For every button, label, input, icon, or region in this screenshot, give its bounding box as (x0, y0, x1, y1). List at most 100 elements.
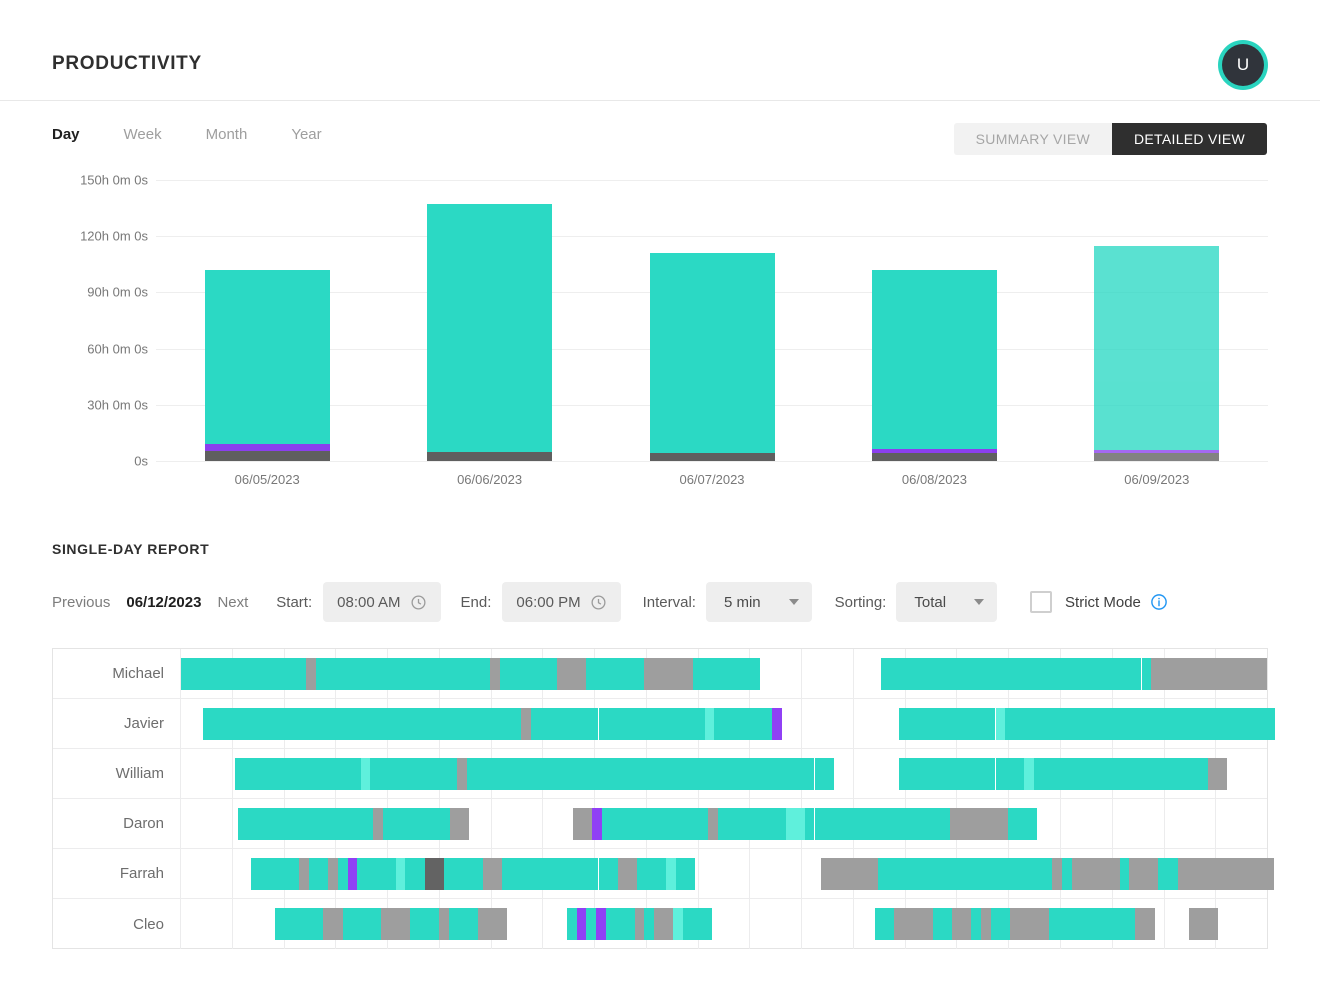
timeline-block[interactable] (509, 658, 519, 690)
timeline-block[interactable] (444, 708, 454, 740)
timeline-block[interactable] (348, 708, 358, 740)
timeline-block[interactable] (950, 808, 960, 840)
timeline-block[interactable] (962, 908, 972, 940)
timeline-block[interactable] (361, 758, 371, 790)
timeline-block[interactable] (940, 808, 950, 840)
timeline-block[interactable] (786, 808, 796, 840)
timeline-block[interactable] (986, 708, 996, 740)
timeline-block[interactable] (384, 658, 394, 690)
timeline-block[interactable] (434, 708, 444, 740)
timeline-block[interactable] (592, 758, 602, 790)
timeline-block[interactable] (909, 758, 919, 790)
timeline-block[interactable] (1255, 858, 1265, 890)
timeline-block[interactable] (401, 908, 411, 940)
timeline-block[interactable] (695, 708, 705, 740)
timeline-block[interactable] (1207, 858, 1217, 890)
timeline-block[interactable] (1228, 658, 1238, 690)
timeline-block[interactable] (1168, 858, 1178, 890)
timeline-block[interactable] (948, 658, 958, 690)
timeline-block[interactable] (884, 908, 894, 940)
timeline-block[interactable] (439, 908, 449, 940)
timeline-block[interactable] (795, 758, 805, 790)
timeline-block[interactable] (468, 908, 478, 940)
timeline-block[interactable] (577, 908, 587, 940)
timeline-block[interactable] (728, 758, 738, 790)
bar-column[interactable] (156, 180, 378, 461)
timeline-block[interactable] (287, 658, 297, 690)
timeline-block[interactable] (541, 708, 551, 740)
timeline-block[interactable] (431, 808, 441, 840)
timeline-block[interactable] (1023, 858, 1033, 890)
timeline-block[interactable] (608, 708, 618, 740)
timeline-block[interactable] (232, 708, 242, 740)
timeline-block[interactable] (586, 908, 596, 940)
timeline-block[interactable] (938, 758, 948, 790)
timeline-block[interactable] (898, 858, 908, 890)
timeline-block[interactable] (296, 808, 306, 840)
timeline-block[interactable] (335, 658, 345, 690)
timeline-block[interactable] (245, 758, 255, 790)
timeline-block[interactable] (957, 758, 967, 790)
timeline-block[interactable] (554, 758, 564, 790)
timeline-block[interactable] (1053, 758, 1063, 790)
timeline-block[interactable] (1120, 858, 1130, 890)
timeline-block[interactable] (333, 908, 343, 940)
timeline-block[interactable] (969, 808, 979, 840)
timeline-block[interactable] (191, 658, 201, 690)
timeline-block[interactable] (512, 858, 522, 890)
timeline-block[interactable] (1208, 908, 1218, 940)
timeline-block[interactable] (1062, 858, 1072, 890)
timeline-block[interactable] (1142, 658, 1152, 690)
timeline-block[interactable] (440, 808, 450, 840)
timeline-block[interactable] (421, 808, 431, 840)
timeline-block[interactable] (996, 758, 1006, 790)
timeline-block[interactable] (631, 758, 641, 790)
timeline-block[interactable] (615, 658, 625, 690)
timeline-block[interactable] (280, 858, 290, 890)
timeline-block[interactable] (560, 708, 570, 740)
timeline-block[interactable] (1245, 858, 1255, 890)
timeline-block[interactable] (918, 708, 928, 740)
timeline-block[interactable] (683, 908, 693, 940)
timeline-block[interactable] (976, 708, 986, 740)
timeline-block[interactable] (461, 658, 471, 690)
timeline-block[interactable] (483, 708, 493, 740)
timeline-block[interactable] (673, 908, 683, 940)
timeline-block[interactable] (410, 908, 420, 940)
timeline-block[interactable] (345, 658, 355, 690)
timeline-block[interactable] (490, 658, 500, 690)
timeline-block[interactable] (959, 808, 969, 840)
timeline-block[interactable] (986, 758, 996, 790)
timeline-block[interactable] (323, 908, 333, 940)
timeline-block[interactable] (900, 658, 910, 690)
timeline-block[interactable] (718, 758, 728, 790)
timeline-block[interactable] (506, 758, 516, 790)
timeline-block[interactable] (1248, 658, 1258, 690)
timeline-block[interactable] (255, 758, 265, 790)
timeline-block[interactable] (525, 758, 535, 790)
timeline-block[interactable] (1149, 858, 1159, 890)
timeline-block[interactable] (1058, 908, 1068, 940)
timeline-block[interactable] (938, 708, 948, 740)
timeline-block[interactable] (512, 708, 522, 740)
timeline-block[interactable] (1169, 758, 1179, 790)
timeline-block[interactable] (1024, 708, 1034, 740)
timeline-block[interactable] (853, 808, 863, 840)
timeline-block[interactable] (251, 708, 261, 740)
timeline-block[interactable] (635, 658, 645, 690)
timeline-block[interactable] (592, 808, 602, 840)
timeline-block[interactable] (459, 908, 469, 940)
timeline-block[interactable] (967, 708, 977, 740)
timeline-block[interactable] (952, 908, 962, 940)
timeline-block[interactable] (699, 758, 709, 790)
timeline-block[interactable] (258, 658, 268, 690)
timeline-block[interactable] (463, 708, 473, 740)
timeline-block[interactable] (708, 808, 718, 840)
timeline-block[interactable] (911, 808, 921, 840)
timeline-block[interactable] (1209, 658, 1219, 690)
timeline-block[interactable] (1006, 658, 1016, 690)
timeline-block[interactable] (618, 708, 628, 740)
timeline-block[interactable] (411, 808, 421, 840)
timeline-block[interactable] (1074, 658, 1084, 690)
timeline-block[interactable] (286, 808, 296, 840)
